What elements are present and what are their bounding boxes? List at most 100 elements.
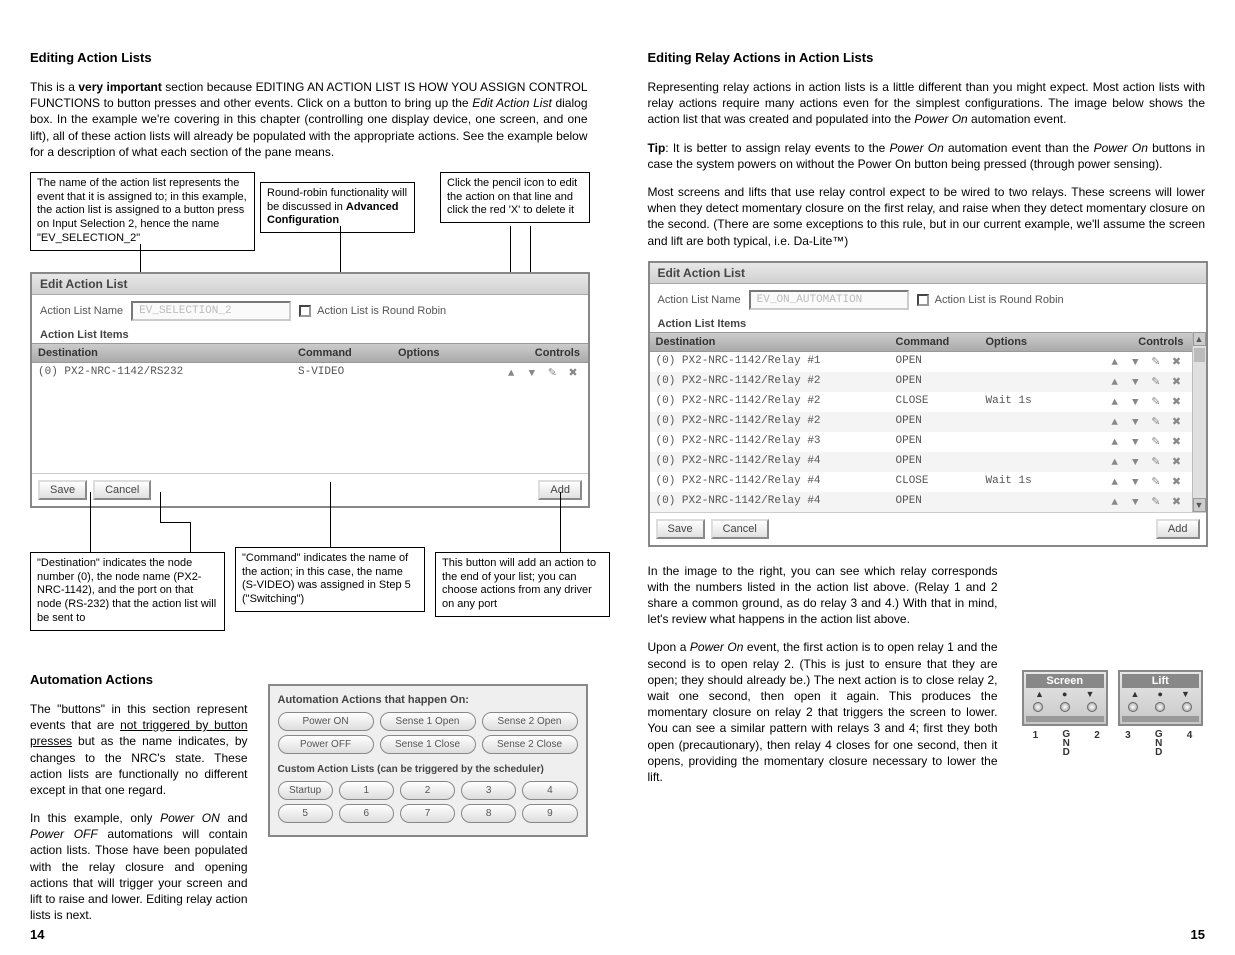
label-action-list-items: Action List Items	[32, 327, 588, 343]
down-icon[interactable]: ▼	[1128, 397, 1142, 409]
down-icon[interactable]: ▼	[1128, 437, 1142, 449]
down-icon[interactable]: ▼	[1128, 377, 1142, 389]
up-icon[interactable]: ▲	[1108, 437, 1122, 449]
delete-icon[interactable]: ✖	[1170, 455, 1184, 469]
up-icon[interactable]: ▲	[1108, 357, 1122, 369]
custom-7-button[interactable]: 7	[400, 804, 455, 823]
table-row: (0) PX2-NRC-1142/Relay #1OPEN▲ ▼ ✎ ✖	[650, 352, 1192, 372]
down-icon[interactable]: ▼	[525, 368, 539, 380]
text: automations will contain action lists. T…	[30, 827, 248, 922]
add-button[interactable]: Add	[1156, 519, 1200, 539]
checkbox-round-robin[interactable]	[299, 305, 311, 317]
delete-icon[interactable]: ✖	[1170, 355, 1184, 369]
cancel-button[interactable]: Cancel	[711, 519, 769, 539]
up-icon[interactable]: ▲	[1108, 497, 1122, 509]
text: Upon a	[648, 640, 690, 654]
scroll-thumb[interactable]	[1194, 348, 1205, 362]
input-action-list-name[interactable]: EV_ON_AUTOMATION	[749, 290, 909, 310]
delete-icon[interactable]: ✖	[1170, 375, 1184, 389]
custom-5-button[interactable]: 5	[278, 804, 333, 823]
pencil-icon[interactable]: ✎	[1149, 355, 1163, 369]
up-icon: ▲	[1131, 689, 1140, 699]
label-action-list-name: Action List Name	[40, 305, 123, 317]
custom-3-button[interactable]: 3	[461, 781, 516, 800]
terminal-icon	[1182, 702, 1192, 712]
up-icon[interactable]: ▲	[1108, 417, 1122, 429]
down-icon[interactable]: ▼	[1128, 357, 1142, 369]
custom-2-button[interactable]: 2	[400, 781, 455, 800]
custom-9-button[interactable]: 9	[522, 804, 577, 823]
terminal-icon	[1060, 702, 1070, 712]
input-action-list-name[interactable]: EV_SELECTION_2	[131, 301, 291, 321]
pencil-icon[interactable]: ✎	[1149, 435, 1163, 449]
table-row: (0) PX2-NRC-1142/Relay #2OPEN▲ ▼ ✎ ✖	[650, 372, 1192, 392]
cell-command: OPEN	[890, 432, 980, 452]
relay-label-gnd: G N D	[1143, 730, 1174, 757]
dot-icon: ●	[1062, 689, 1067, 699]
delete-icon[interactable]: ✖	[1170, 435, 1184, 449]
save-button[interactable]: Save	[656, 519, 705, 539]
sense1-open-button[interactable]: Sense 1 Open	[380, 712, 476, 731]
checkbox-round-robin[interactable]	[917, 294, 929, 306]
cell-controls: ▲ ▼ ✎ ✖	[482, 363, 588, 383]
hdr-controls: Controls	[482, 344, 588, 362]
cell-controls: ▲ ▼ ✎ ✖	[1060, 352, 1192, 372]
custom-8-button[interactable]: 8	[461, 804, 516, 823]
table-row: (0) PX2-NRC-1142/Relay #4OPEN▲ ▼ ✎ ✖	[650, 492, 1192, 512]
text: Power On	[1094, 141, 1148, 155]
custom-6-button[interactable]: 6	[339, 804, 394, 823]
pencil-icon[interactable]: ✎	[1149, 395, 1163, 409]
power-off-button[interactable]: Power OFF	[278, 735, 374, 754]
delete-icon[interactable]: ✖	[1170, 415, 1184, 429]
scrollbar[interactable]: ▲ ▼	[1192, 332, 1206, 512]
pencil-icon[interactable]: ✎	[1149, 455, 1163, 469]
pencil-icon[interactable]: ✎	[1149, 475, 1163, 489]
table-row: (0) PX2-NRC-1142/Relay #2CLOSEWait 1s▲ ▼…	[650, 392, 1192, 412]
down-icon: ▼	[1181, 689, 1190, 699]
power-on-button[interactable]: Power ON	[278, 712, 374, 731]
automation-actions-panel: Automation Actions that happen On: Power…	[268, 684, 588, 837]
sense2-open-button[interactable]: Sense 2 Open	[482, 712, 578, 731]
up-icon[interactable]: ▲	[1108, 377, 1122, 389]
down-icon[interactable]: ▼	[1128, 417, 1142, 429]
scroll-up-icon[interactable]: ▲	[1193, 332, 1206, 346]
pencil-icon[interactable]: ✎	[1149, 415, 1163, 429]
heading-automation-actions: Automation Actions	[30, 672, 248, 687]
text: This is a	[30, 80, 78, 94]
sense2-close-button[interactable]: Sense 2 Close	[482, 735, 578, 754]
startup-button[interactable]: Startup	[278, 781, 333, 800]
cell-destination: (0) PX2-NRC-1142/Relay #2	[650, 392, 890, 412]
custom-4-button[interactable]: 4	[522, 781, 577, 800]
down-icon[interactable]: ▼	[1128, 477, 1142, 489]
table-header: Destination Command Options Controls	[32, 343, 588, 363]
sense1-close-button[interactable]: Sense 1 Close	[380, 735, 476, 754]
up-icon[interactable]: ▲	[504, 368, 518, 380]
up-icon[interactable]: ▲	[1108, 477, 1122, 489]
para-auto2: In this example, only Power ON and Power…	[30, 810, 248, 923]
delete-icon[interactable]: ✖	[1170, 475, 1184, 489]
down-icon[interactable]: ▼	[1128, 457, 1142, 469]
delete-icon[interactable]: ✖	[566, 366, 580, 380]
delete-icon[interactable]: ✖	[1170, 495, 1184, 509]
callout-pencil: Click the pencil icon to edit the action…	[440, 172, 590, 223]
up-icon[interactable]: ▲	[1108, 457, 1122, 469]
scroll-down-icon[interactable]: ▼	[1193, 498, 1206, 512]
hdr-destination: Destination	[32, 344, 292, 362]
cancel-button[interactable]: Cancel	[93, 480, 151, 500]
label-action-list-items: Action List Items	[650, 316, 1206, 332]
delete-icon[interactable]: ✖	[1170, 395, 1184, 409]
pencil-icon[interactable]: ✎	[1149, 495, 1163, 509]
custom-1-button[interactable]: 1	[339, 781, 394, 800]
callout-add: This button will add an action to the en…	[435, 552, 610, 617]
hdr-options: Options	[980, 333, 1060, 351]
para-r5: Upon a Power On event, the first action …	[648, 639, 998, 785]
text-bold: very important	[78, 80, 161, 94]
cell-options	[980, 452, 1060, 472]
pencil-icon[interactable]: ✎	[545, 366, 559, 380]
pencil-icon[interactable]: ✎	[1149, 375, 1163, 389]
callout-name: The name of the action list represents t…	[30, 172, 255, 251]
down-icon[interactable]: ▼	[1128, 497, 1142, 509]
up-icon[interactable]: ▲	[1108, 397, 1122, 409]
save-button[interactable]: Save	[38, 480, 87, 500]
text: automation event than the	[944, 141, 1094, 155]
